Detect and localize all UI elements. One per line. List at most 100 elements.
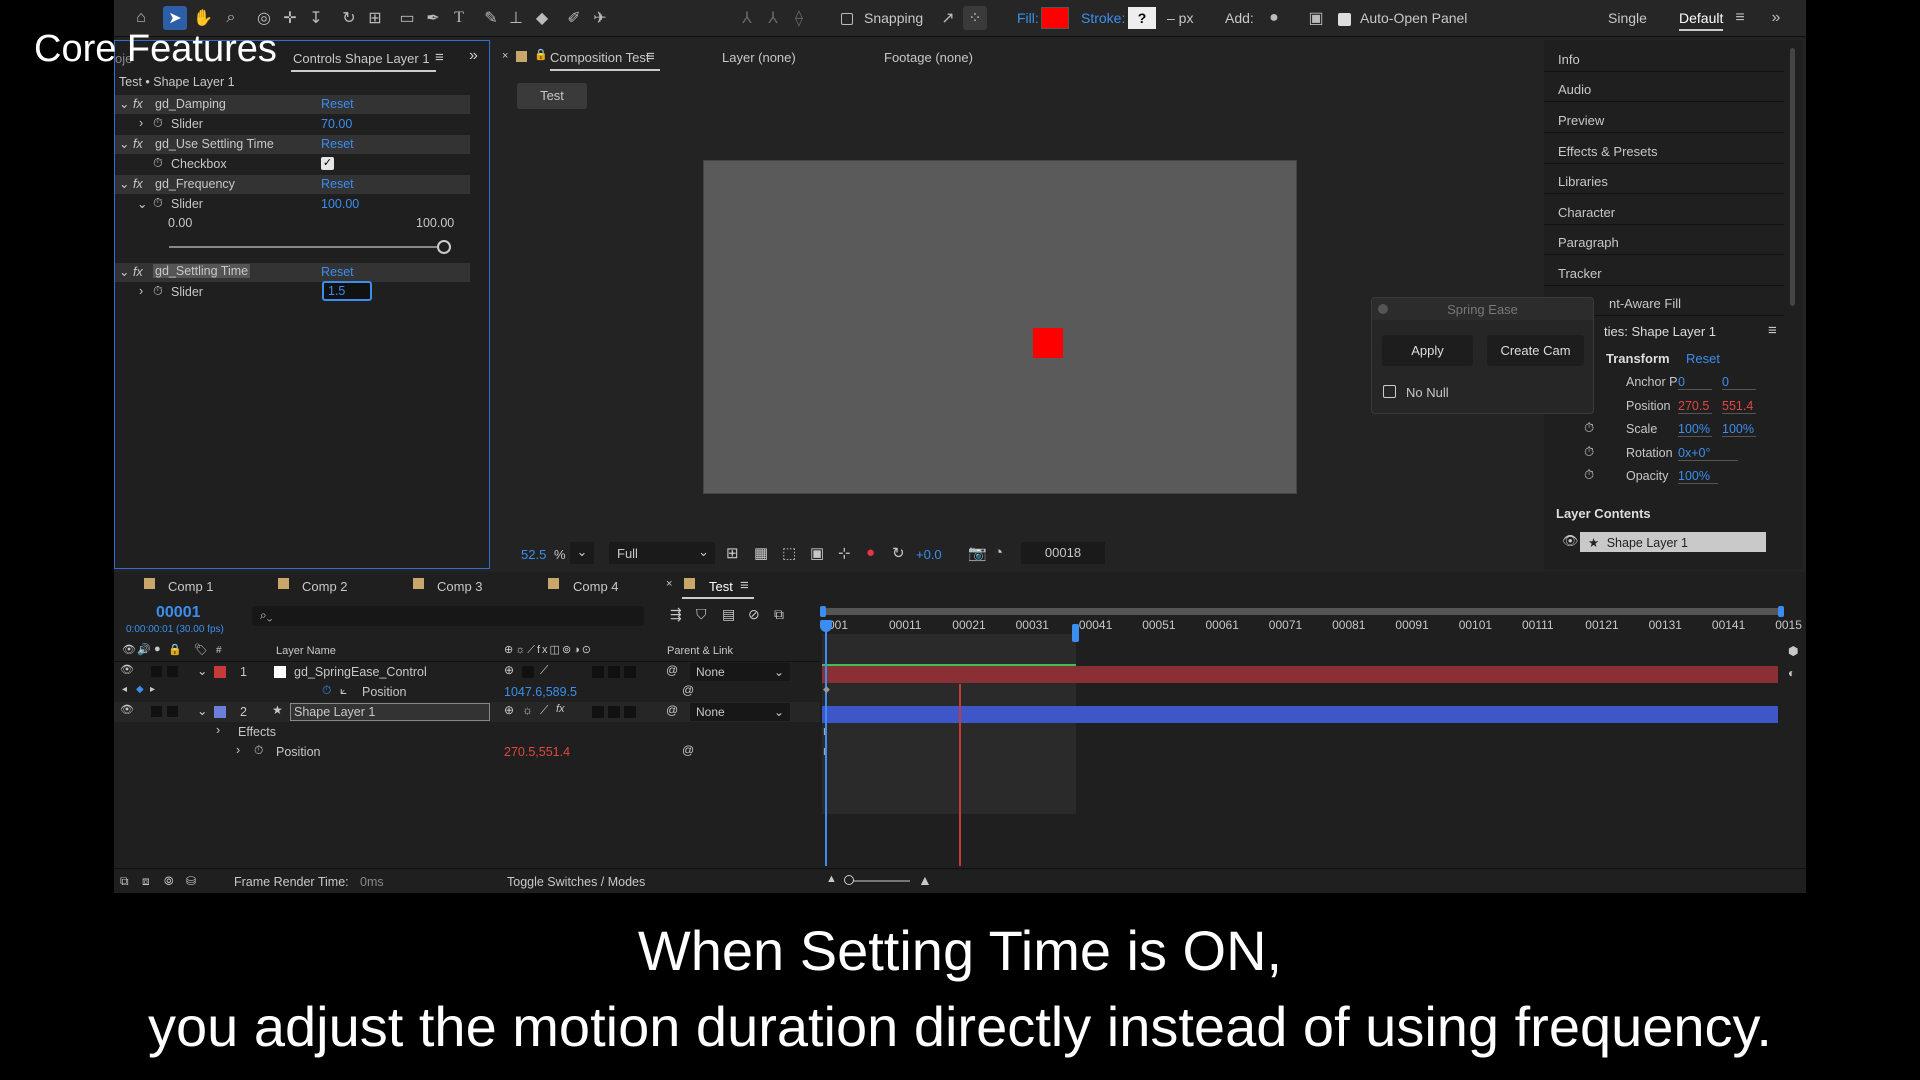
zoom-value[interactable]: 52.5 [521, 547, 546, 562]
selection-tool-icon[interactable]: ➤ [163, 6, 187, 30]
property-row-position[interactable]: ◂ ◆ ▸ ⏱ ⟀ Position 1047.6,589.5 @ [114, 682, 820, 702]
fill-swatch[interactable] [1041, 7, 1069, 29]
graph-icon[interactable]: ⟀ [340, 683, 347, 698]
fx-icon[interactable]: fx [133, 265, 143, 279]
transform-label[interactable]: Transform [1606, 351, 1670, 366]
layer-name-header[interactable]: Layer Name [276, 645, 336, 657]
scale-y[interactable]: 100% [1722, 422, 1756, 437]
stopwatch-icon[interactable]: ⏱ [153, 284, 163, 299]
layer-row-2[interactable]: 👁 ⌄ 2 ★ Shape Layer 1 ⊕ ☼ ⟋ fx @ None ⌄ [114, 702, 820, 722]
expand-chevron-icon[interactable]: › [139, 116, 143, 130]
slider-handle[interactable] [437, 240, 451, 254]
auto-open-checkbox[interactable] [1338, 10, 1351, 26]
pickwhip-icon[interactable]: @ [666, 703, 678, 717]
anchor-y[interactable]: 0 [1722, 375, 1756, 390]
fx-switch-icon[interactable]: fx [556, 703, 565, 715]
quality-switch-icon[interactable]: ⟋ [540, 663, 548, 678]
switch-box[interactable] [592, 666, 604, 678]
roto-brush-icon[interactable]: ✐ [562, 6, 586, 30]
keyframe-nav-left-icon[interactable]: ◂ [122, 684, 127, 695]
settling-time-checkbox[interactable]: ✓ [321, 157, 334, 170]
solo-box[interactable] [151, 666, 162, 677]
property-value[interactable]: 1047.6,589.5 [504, 685, 577, 699]
reset-link[interactable]: Reset [321, 177, 354, 191]
collapse-chevron-icon[interactable]: ⌄ [119, 136, 129, 151]
timeline-tab-test[interactable]: Test [709, 579, 733, 594]
switch-box[interactable] [608, 666, 620, 678]
eye-icon[interactable]: 👁 [1562, 533, 1579, 549]
current-time-display[interactable]: 00018 [1021, 542, 1105, 564]
parent-dropdown[interactable]: None ⌄ [690, 703, 790, 721]
lock-icon[interactable]: 🔒 [534, 48, 548, 61]
panel-paragraph[interactable]: Paragraph [1544, 226, 1784, 255]
label-color-red[interactable] [214, 666, 226, 678]
dolly-tool-icon[interactable]: ↧ [304, 6, 328, 30]
param-value[interactable]: 70.00 [321, 117, 352, 131]
snap-edges-icon[interactable]: ↗ [936, 6, 960, 30]
zoom-out-icon[interactable]: ▲ [826, 873, 837, 885]
anchor-x[interactable]: 0 [1678, 375, 1712, 390]
position-y[interactable]: 551.4 [1722, 399, 1756, 414]
fx-switch-box[interactable] [522, 666, 534, 678]
collapse-chevron-icon[interactable]: ⌄ [137, 196, 147, 211]
lock-box[interactable] [167, 666, 178, 677]
panel-menu-icon[interactable]: ≡ [435, 49, 444, 66]
lock-box[interactable] [167, 706, 178, 717]
render-time-toggle-icon[interactable]: ⧉ [120, 874, 129, 889]
fast-previews-icon[interactable]: ⊞ [726, 544, 739, 562]
property-row-effects[interactable]: › Effects [114, 722, 820, 742]
transparency-grid-icon[interactable]: ▦ [754, 544, 768, 562]
snapshot-icon[interactable]: 📷 [968, 544, 987, 562]
add-menu-icon[interactable]: ● [1262, 6, 1286, 30]
panel-audio[interactable]: Audio [1544, 73, 1784, 102]
stopwatch-icon[interactable]: ⏱ [1584, 420, 1594, 436]
collapse-chevron-icon[interactable]: ⌄ [119, 264, 129, 279]
video-toggle-icon[interactable]: 👁 [122, 643, 136, 656]
settling-time-input[interactable]: 1.5 [322, 281, 372, 301]
work-area-start[interactable] [820, 606, 826, 617]
zoom-in-icon[interactable]: ▲ [918, 872, 932, 888]
panel-tracker[interactable]: Tracker [1544, 257, 1784, 286]
stopwatch-icon[interactable]: ⏱ [322, 683, 331, 698]
audio-toggle-icon[interactable]: 🔊 [137, 643, 151, 656]
effect-row-settling-time[interactable]: ⌄ fx gd_Settling Time Reset [115, 263, 470, 282]
expand-chevron-icon[interactable]: › [139, 284, 143, 298]
brush-tool-icon[interactable]: ✎ [479, 6, 503, 30]
show-snapshot-icon[interactable]: ◔ [994, 544, 1003, 561]
effect-row-frequency[interactable]: ⌄ fx gd_Frequency Reset [115, 175, 470, 194]
comp-viewer-button[interactable]: Test [517, 83, 587, 109]
timeline-tab-comp3[interactable]: Comp 3 [437, 579, 483, 594]
expand-chevron-icon[interactable]: › [216, 723, 220, 737]
snapping-checkbox[interactable] [841, 10, 853, 26]
panel-effects-presets[interactable]: Effects & Presets [1544, 135, 1784, 164]
red-square-shape[interactable] [1033, 328, 1063, 358]
scale-x[interactable]: 100% [1678, 422, 1712, 437]
rotation-value[interactable]: 0x+0° [1678, 446, 1738, 461]
switch-box[interactable] [608, 706, 620, 718]
opacity-value[interactable]: 100% [1678, 469, 1718, 484]
reset-exposure-icon[interactable]: ↻ [892, 544, 905, 562]
apply-button[interactable]: Apply [1382, 335, 1473, 366]
pickwhip-icon[interactable]: @ [666, 663, 678, 677]
layer-bar-1[interactable] [822, 666, 1778, 683]
spring-ease-titlebar[interactable]: Spring Ease [1372, 298, 1593, 320]
comp-canvas[interactable] [703, 160, 1297, 494]
zoom-dropdown[interactable]: ⌄ [570, 542, 594, 564]
comp-button-icon[interactable]: ⬢ [1788, 644, 1798, 658]
axis-local-icon[interactable]: ⅄ [735, 6, 759, 30]
time-ruler[interactable]: 00011 00021 00031 00041 00051 00061 00071 00081… [114, 618, 1806, 634]
lock-toggle-icon[interactable]: 🔒 [168, 643, 182, 656]
effect-controls-tab[interactable]: Controls Shape Layer 1 [293, 51, 430, 66]
color-channels-icon[interactable]: ● [866, 544, 875, 561]
region-of-interest-icon[interactable]: ▣ [810, 544, 824, 562]
effect-row-damping[interactable]: ⌄ fx gd_Damping Reset [115, 95, 470, 114]
home-icon[interactable]: ⌂ [129, 6, 153, 30]
parent-link-header[interactable]: Parent & Link [667, 645, 733, 657]
stopwatch-icon[interactable]: ⏱ [153, 156, 163, 171]
eye-icon[interactable]: 👁 [120, 703, 134, 716]
footage-tab[interactable]: Footage (none) [884, 50, 973, 65]
expression-pickwhip-icon[interactable]: @ [682, 683, 694, 697]
toggle-switches-modes[interactable]: Toggle Switches / Modes [507, 875, 645, 889]
transform-reset[interactable]: Reset [1686, 351, 1720, 366]
param-value[interactable]: 100.00 [321, 197, 359, 211]
